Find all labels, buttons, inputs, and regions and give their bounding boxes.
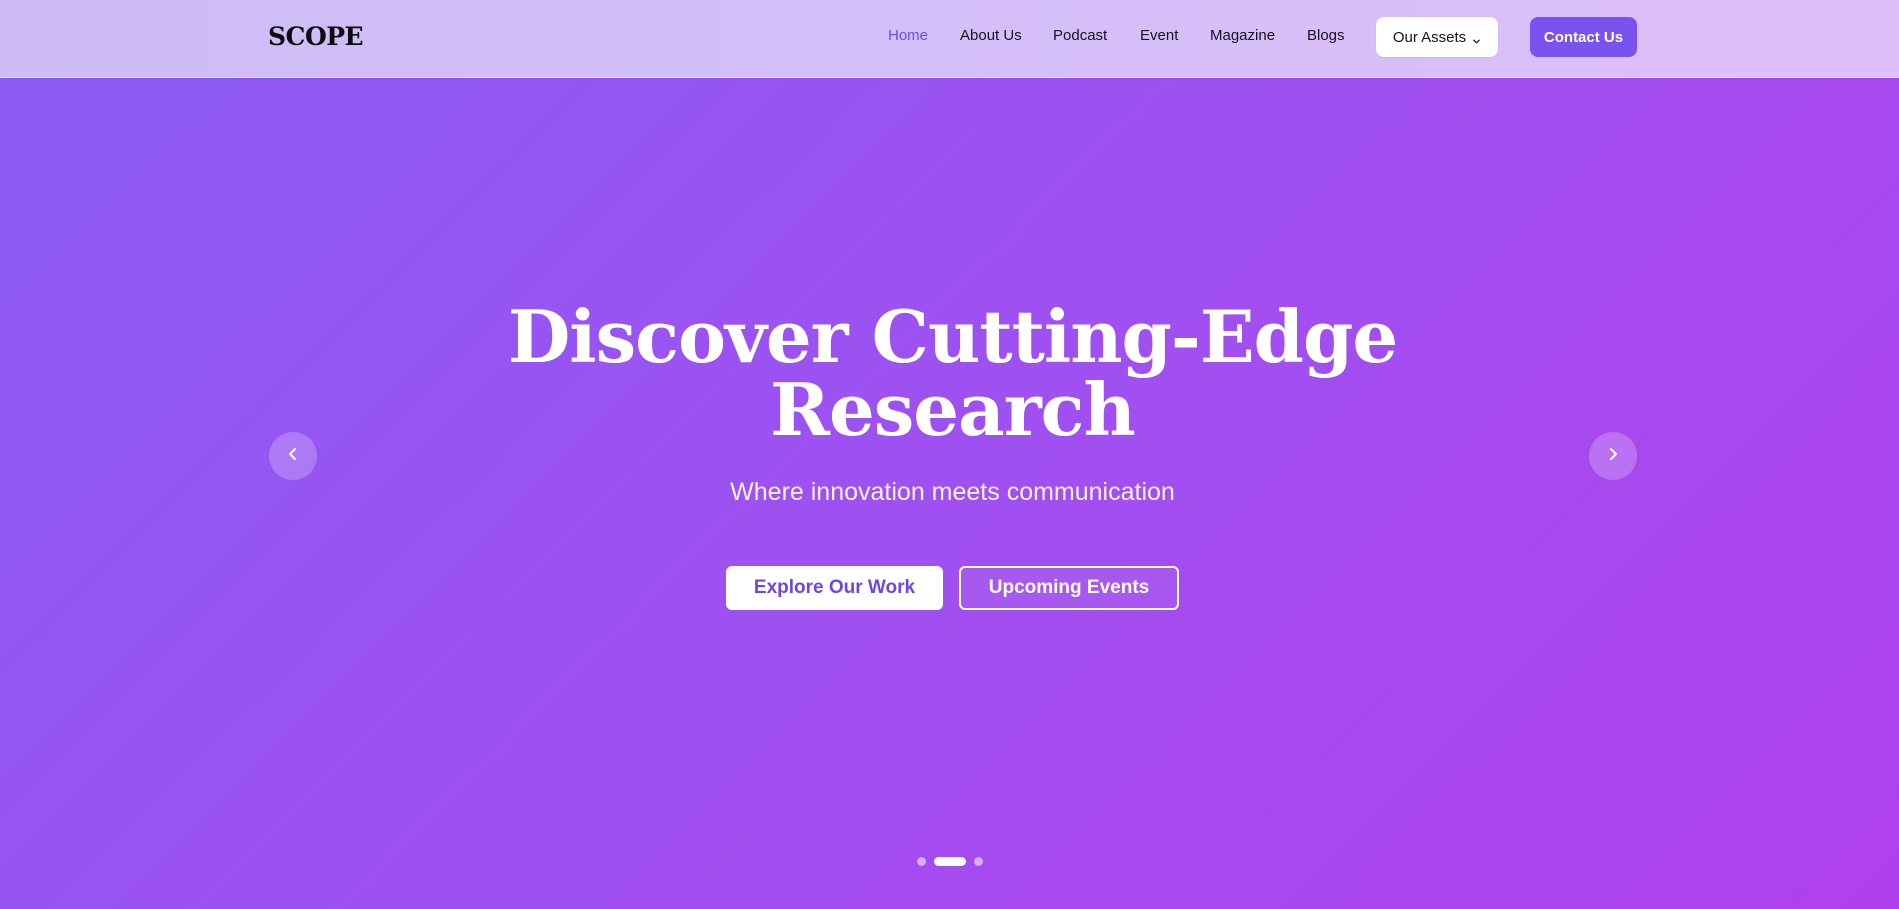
chevron-right-icon — [1604, 445, 1622, 468]
our-assets-label: Our Assets — [1392, 28, 1467, 46]
nav-link-blogs[interactable]: Blogs — [1307, 27, 1345, 44]
slider-dot-2[interactable] — [933, 857, 966, 866]
hero-title: Discover Cutting-Edge Research — [450, 300, 1455, 446]
hero-title-line-2: Research — [770, 367, 1136, 452]
slider-pagination — [0, 857, 1899, 866]
slider-dot-3[interactable] — [973, 857, 983, 866]
nav-link-event[interactable]: Event — [1140, 27, 1178, 44]
site-logo[interactable]: SCOPE — [268, 22, 364, 51]
chevron-left-icon — [284, 445, 302, 468]
slider-next-button[interactable] — [1589, 432, 1637, 480]
nav-link-magazine[interactable]: Magazine — [1210, 27, 1275, 44]
slider-dot-1[interactable] — [916, 857, 926, 866]
explore-our-work-button[interactable]: Explore Our Work — [726, 566, 943, 610]
nav-link-home[interactable]: Home — [888, 27, 928, 44]
hero-subtitle: Where innovation meets communication — [730, 478, 1175, 506]
chevron-down-icon — [1472, 33, 1481, 43]
nav-link-about-us[interactable]: About Us — [960, 27, 1022, 44]
nav-link-podcast[interactable]: Podcast — [1053, 27, 1107, 44]
slider-prev-button[interactable] — [269, 432, 317, 480]
site-header: SCOPE Home About Us Podcast Event Magazi… — [0, 0, 1899, 78]
contact-us-button[interactable]: Contact Us — [1530, 17, 1637, 57]
upcoming-events-button[interactable]: Upcoming Events — [959, 566, 1179, 610]
our-assets-dropdown[interactable]: Our Assets — [1376, 17, 1498, 57]
